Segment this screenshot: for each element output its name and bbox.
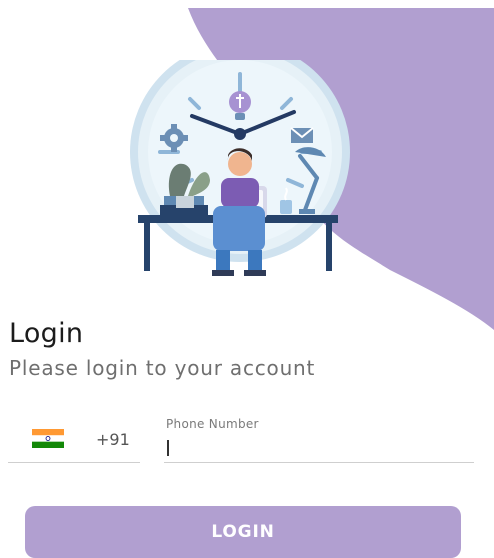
phone-number-label: Phone Number <box>166 417 259 431</box>
text-cursor <box>167 440 169 456</box>
clock-illustration-icon <box>130 60 350 276</box>
country-code-picker[interactable]: +91 <box>8 410 140 463</box>
login-screen: Login Please login to your account +91 P… <box>0 0 494 558</box>
phone-number-input[interactable] <box>164 434 468 458</box>
login-title: Login <box>9 318 84 349</box>
phone-number-field: Phone Number <box>164 410 474 463</box>
country-code: +91 <box>96 430 130 449</box>
india-flag-icon <box>32 429 64 448</box>
login-button[interactable]: LOGIN <box>25 506 461 558</box>
login-subtitle: Please login to your account <box>9 356 316 380</box>
